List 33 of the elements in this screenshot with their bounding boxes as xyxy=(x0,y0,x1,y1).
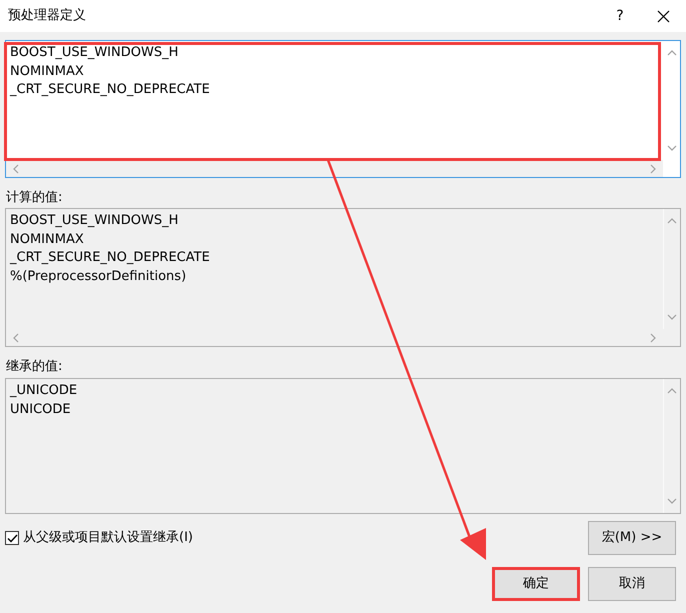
scroll-up-icon[interactable] xyxy=(667,217,677,225)
scroll-up-icon[interactable] xyxy=(667,387,677,395)
text-line: UNICODE xyxy=(10,400,71,418)
text-line: NOMINMAX xyxy=(10,230,84,248)
input-field[interactable]: BOOST_USE_WINDOWS_H NOMINMAX _CRT_SECURE_NO_DEPRECATE xyxy=(5,40,681,178)
scroll-left-icon[interactable] xyxy=(12,332,20,342)
macro-button[interactable]: 宏(M) >> xyxy=(588,521,676,555)
checkbox-label: 从父级或项目默认设置继承(I) xyxy=(23,529,193,548)
scroll-down-icon[interactable] xyxy=(666,144,676,152)
scroll-down-icon[interactable] xyxy=(667,313,677,321)
field-label: 计算的值: xyxy=(6,189,62,207)
inherit-checkbox[interactable]: 从父级或项目默认设置继承(I) xyxy=(5,527,193,549)
text-line: BOOST_USE_WINDOWS_H xyxy=(10,44,178,62)
field-label: 继承的值: xyxy=(6,358,62,376)
text-line: _CRT_SECURE_NO_DEPRECATE xyxy=(10,249,210,267)
text-line: _UNICODE xyxy=(10,382,78,400)
horizontal-scrollbar[interactable] xyxy=(6,160,663,177)
scroll-left-icon[interactable] xyxy=(12,164,20,174)
close-icon xyxy=(656,10,670,22)
text-line: _CRT_SECURE_NO_DEPRECATE xyxy=(10,81,210,99)
scroll-down-icon[interactable] xyxy=(667,497,677,505)
text-line: %(PreprocessorDefinitions) xyxy=(10,268,186,286)
checkbox[interactable] xyxy=(5,531,19,545)
text-line: NOMINMAX xyxy=(10,62,84,80)
dialog-button[interactable]: 确定 xyxy=(492,567,580,601)
scroll-up-icon[interactable] xyxy=(666,49,676,57)
window-title: 预处理器定义 xyxy=(8,7,87,26)
text-line: BOOST_USE_WINDOWS_H xyxy=(10,212,178,230)
scroll-right-icon[interactable] xyxy=(649,164,657,174)
scroll-right-icon[interactable] xyxy=(649,332,657,342)
dialog-button[interactable]: 取消 xyxy=(588,567,676,601)
check-icon xyxy=(6,534,18,542)
help-button[interactable]: ? xyxy=(600,0,640,32)
